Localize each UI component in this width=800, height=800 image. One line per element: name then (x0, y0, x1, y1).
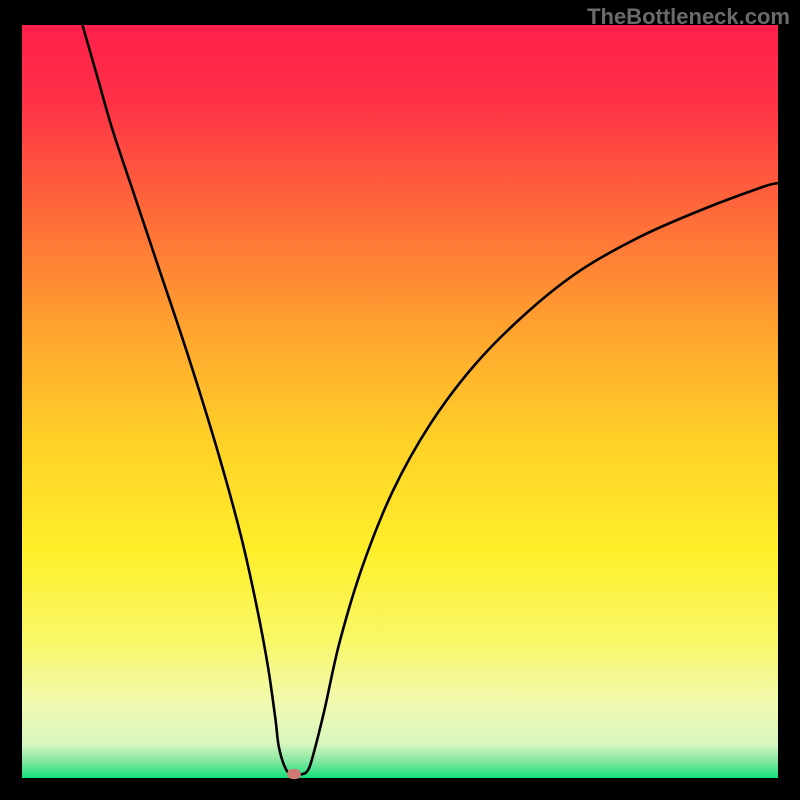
bottleneck-curve (82, 25, 778, 775)
plot-area (22, 25, 778, 778)
optimal-point-marker (287, 769, 301, 779)
chart-frame: TheBottleneck.com (0, 0, 800, 800)
curve-layer (22, 25, 778, 778)
